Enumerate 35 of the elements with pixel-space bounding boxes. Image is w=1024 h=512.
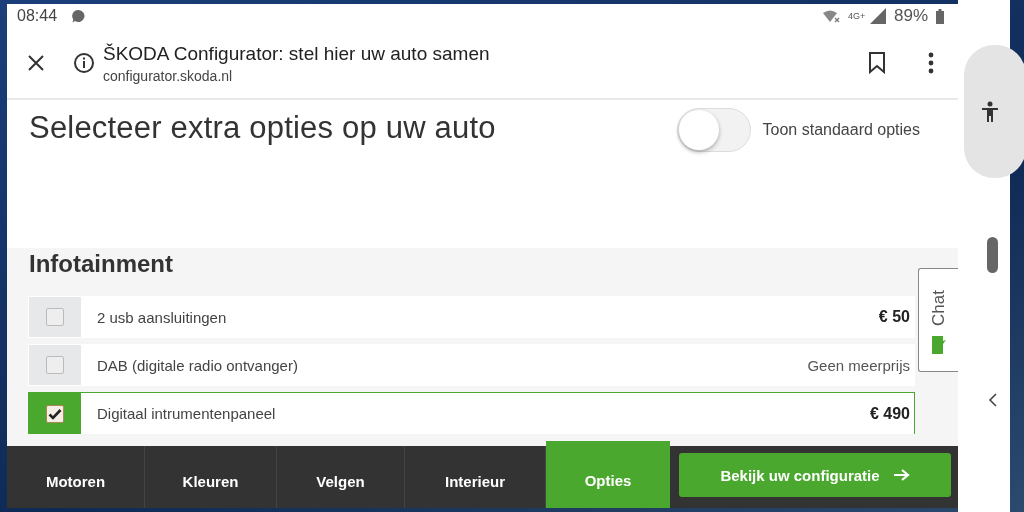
bookmark-icon[interactable] [868, 52, 886, 74]
page-heading: Selecteer extra opties op uw auto [29, 110, 496, 146]
checkbox[interactable] [46, 308, 64, 326]
chat-tab[interactable]: Chat [918, 268, 958, 372]
close-icon[interactable] [27, 54, 45, 72]
toggle-switch[interactable] [676, 108, 751, 152]
checkbox[interactable] [46, 404, 64, 423]
arrow-right-icon [893, 469, 910, 481]
info-icon[interactable] [73, 52, 95, 74]
checkbox[interactable] [46, 356, 64, 374]
status-time: 08:44 [17, 7, 58, 25]
chevron-left-icon[interactable] [988, 393, 998, 407]
battery-percent: 89% [893, 6, 928, 26]
scrollbar-thumb[interactable] [987, 237, 998, 273]
page-title: ŠKODA Configurator: stel hier uw auto samen [103, 42, 490, 65]
option-row[interactable]: Digitaal intrumentenpaneel € 490 [28, 392, 915, 434]
option-price: € 490 [869, 404, 911, 423]
section-title: Infotainment [29, 250, 174, 278]
battery-icon [936, 8, 944, 24]
notification-icon [71, 8, 87, 24]
page-url: configurator.skoda.nl [103, 67, 234, 84]
option-label: 2 usb aansluitingen [97, 308, 227, 326]
option-label: Digitaal intrumentenpaneel [97, 405, 276, 422]
accessibility-button[interactable] [964, 45, 1024, 178]
accessibility-icon [981, 100, 999, 123]
option-row[interactable]: 2 usb aansluitingen € 50 [28, 296, 915, 338]
option-label: DAB (digitale radio ontvanger) [97, 356, 298, 374]
chat-bubble-icon [931, 336, 946, 354]
wifi-off-icon [821, 9, 840, 23]
option-row[interactable]: DAB (digitale radio ontvanger) Geen meerprijs [28, 344, 915, 386]
toggle-label: Toon standaard opties [762, 121, 920, 139]
option-price: € 50 [878, 308, 911, 326]
signal-icon [869, 8, 886, 24]
option-price: Geen meerprijs [807, 356, 911, 374]
more-icon[interactable] [928, 52, 934, 74]
